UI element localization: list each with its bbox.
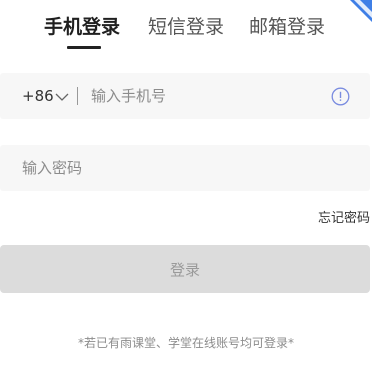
forgot-password-link[interactable]: 忘记密码 bbox=[318, 210, 370, 228]
field-divider bbox=[77, 87, 78, 105]
password-field bbox=[0, 145, 370, 191]
tab-phone-login[interactable]: 手机登录 bbox=[44, 14, 120, 40]
login-tabs: 手机登录 短信登录 邮箱登录 bbox=[0, 14, 372, 54]
account-hint-text: *若已有雨课堂、学堂在线账号均可登录* bbox=[77, 336, 294, 350]
active-tab-indicator bbox=[67, 46, 101, 49]
country-code-select[interactable]: +86 bbox=[22, 86, 54, 106]
phone-number-input[interactable] bbox=[91, 85, 316, 107]
password-input[interactable] bbox=[22, 157, 342, 179]
info-circle-icon[interactable] bbox=[331, 87, 350, 106]
tab-email-login[interactable]: 邮箱登录 bbox=[249, 14, 325, 40]
tab-sms-login[interactable]: 短信登录 bbox=[148, 14, 224, 40]
phone-field: +86 bbox=[0, 73, 370, 119]
chevron-down-icon[interactable] bbox=[55, 88, 69, 101]
login-button[interactable]: 登录 bbox=[0, 245, 370, 293]
